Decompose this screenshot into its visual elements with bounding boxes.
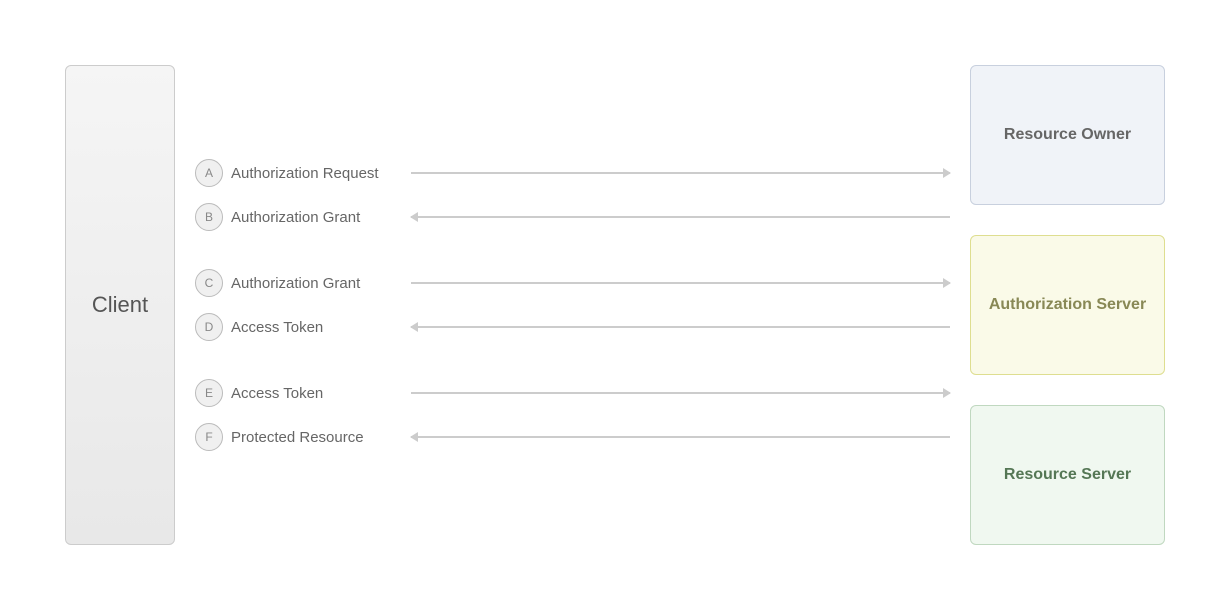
arrow-line-b xyxy=(411,216,950,218)
arrow-group-2: C Authorization Grant D Access Token xyxy=(195,268,950,342)
resource-owner-label: Resource Owner xyxy=(994,116,1141,154)
arrow-line-c xyxy=(411,282,950,284)
line-f xyxy=(411,436,950,438)
oauth-diagram: Client A Authorization Request B Authori… xyxy=(65,25,1165,585)
resource-server-label: Resource Server xyxy=(994,456,1141,494)
label-b: Authorization Grant xyxy=(231,209,411,226)
arrow-line-d xyxy=(411,326,950,328)
label-e: Access Token xyxy=(231,385,411,402)
badge-a: A xyxy=(195,159,223,187)
arrow-line-a xyxy=(411,172,950,174)
badge-e: E xyxy=(195,379,223,407)
label-f: Protected Resource xyxy=(231,429,411,446)
label-d: Access Token xyxy=(231,319,411,336)
line-a xyxy=(411,172,950,174)
line-b xyxy=(411,216,950,218)
authorization-server-label: Authorization Server xyxy=(979,286,1156,324)
badge-d: D xyxy=(195,313,223,341)
line-e xyxy=(411,392,950,394)
arrow-row-b: B Authorization Grant xyxy=(195,202,950,232)
arrow-line-f xyxy=(411,436,950,438)
line-c xyxy=(411,282,950,284)
client-box: Client xyxy=(65,65,175,545)
arrow-row-c: C Authorization Grant xyxy=(195,268,950,298)
arrows-middle: A Authorization Request B Authorization … xyxy=(175,65,970,545)
label-c: Authorization Grant xyxy=(231,275,411,292)
resource-owner-box: Resource Owner xyxy=(970,65,1165,205)
badge-c: C xyxy=(195,269,223,297)
label-a: Authorization Request xyxy=(231,165,411,182)
authorization-server-box: Authorization Server xyxy=(970,235,1165,375)
arrow-row-a: A Authorization Request xyxy=(195,158,950,188)
arrow-group-1: A Authorization Request B Authorization … xyxy=(195,158,950,232)
badge-f: F xyxy=(195,423,223,451)
resource-server-box: Resource Server xyxy=(970,405,1165,545)
line-d xyxy=(411,326,950,328)
badge-b: B xyxy=(195,203,223,231)
arrow-line-e xyxy=(411,392,950,394)
arrow-group-3: E Access Token F Protected Resource xyxy=(195,378,950,452)
right-server-boxes: Resource Owner Authorization Server Reso… xyxy=(970,65,1165,545)
arrow-row-d: D Access Token xyxy=(195,312,950,342)
arrow-row-e: E Access Token xyxy=(195,378,950,408)
arrow-row-f: F Protected Resource xyxy=(195,422,950,452)
client-label: Client xyxy=(92,292,148,318)
